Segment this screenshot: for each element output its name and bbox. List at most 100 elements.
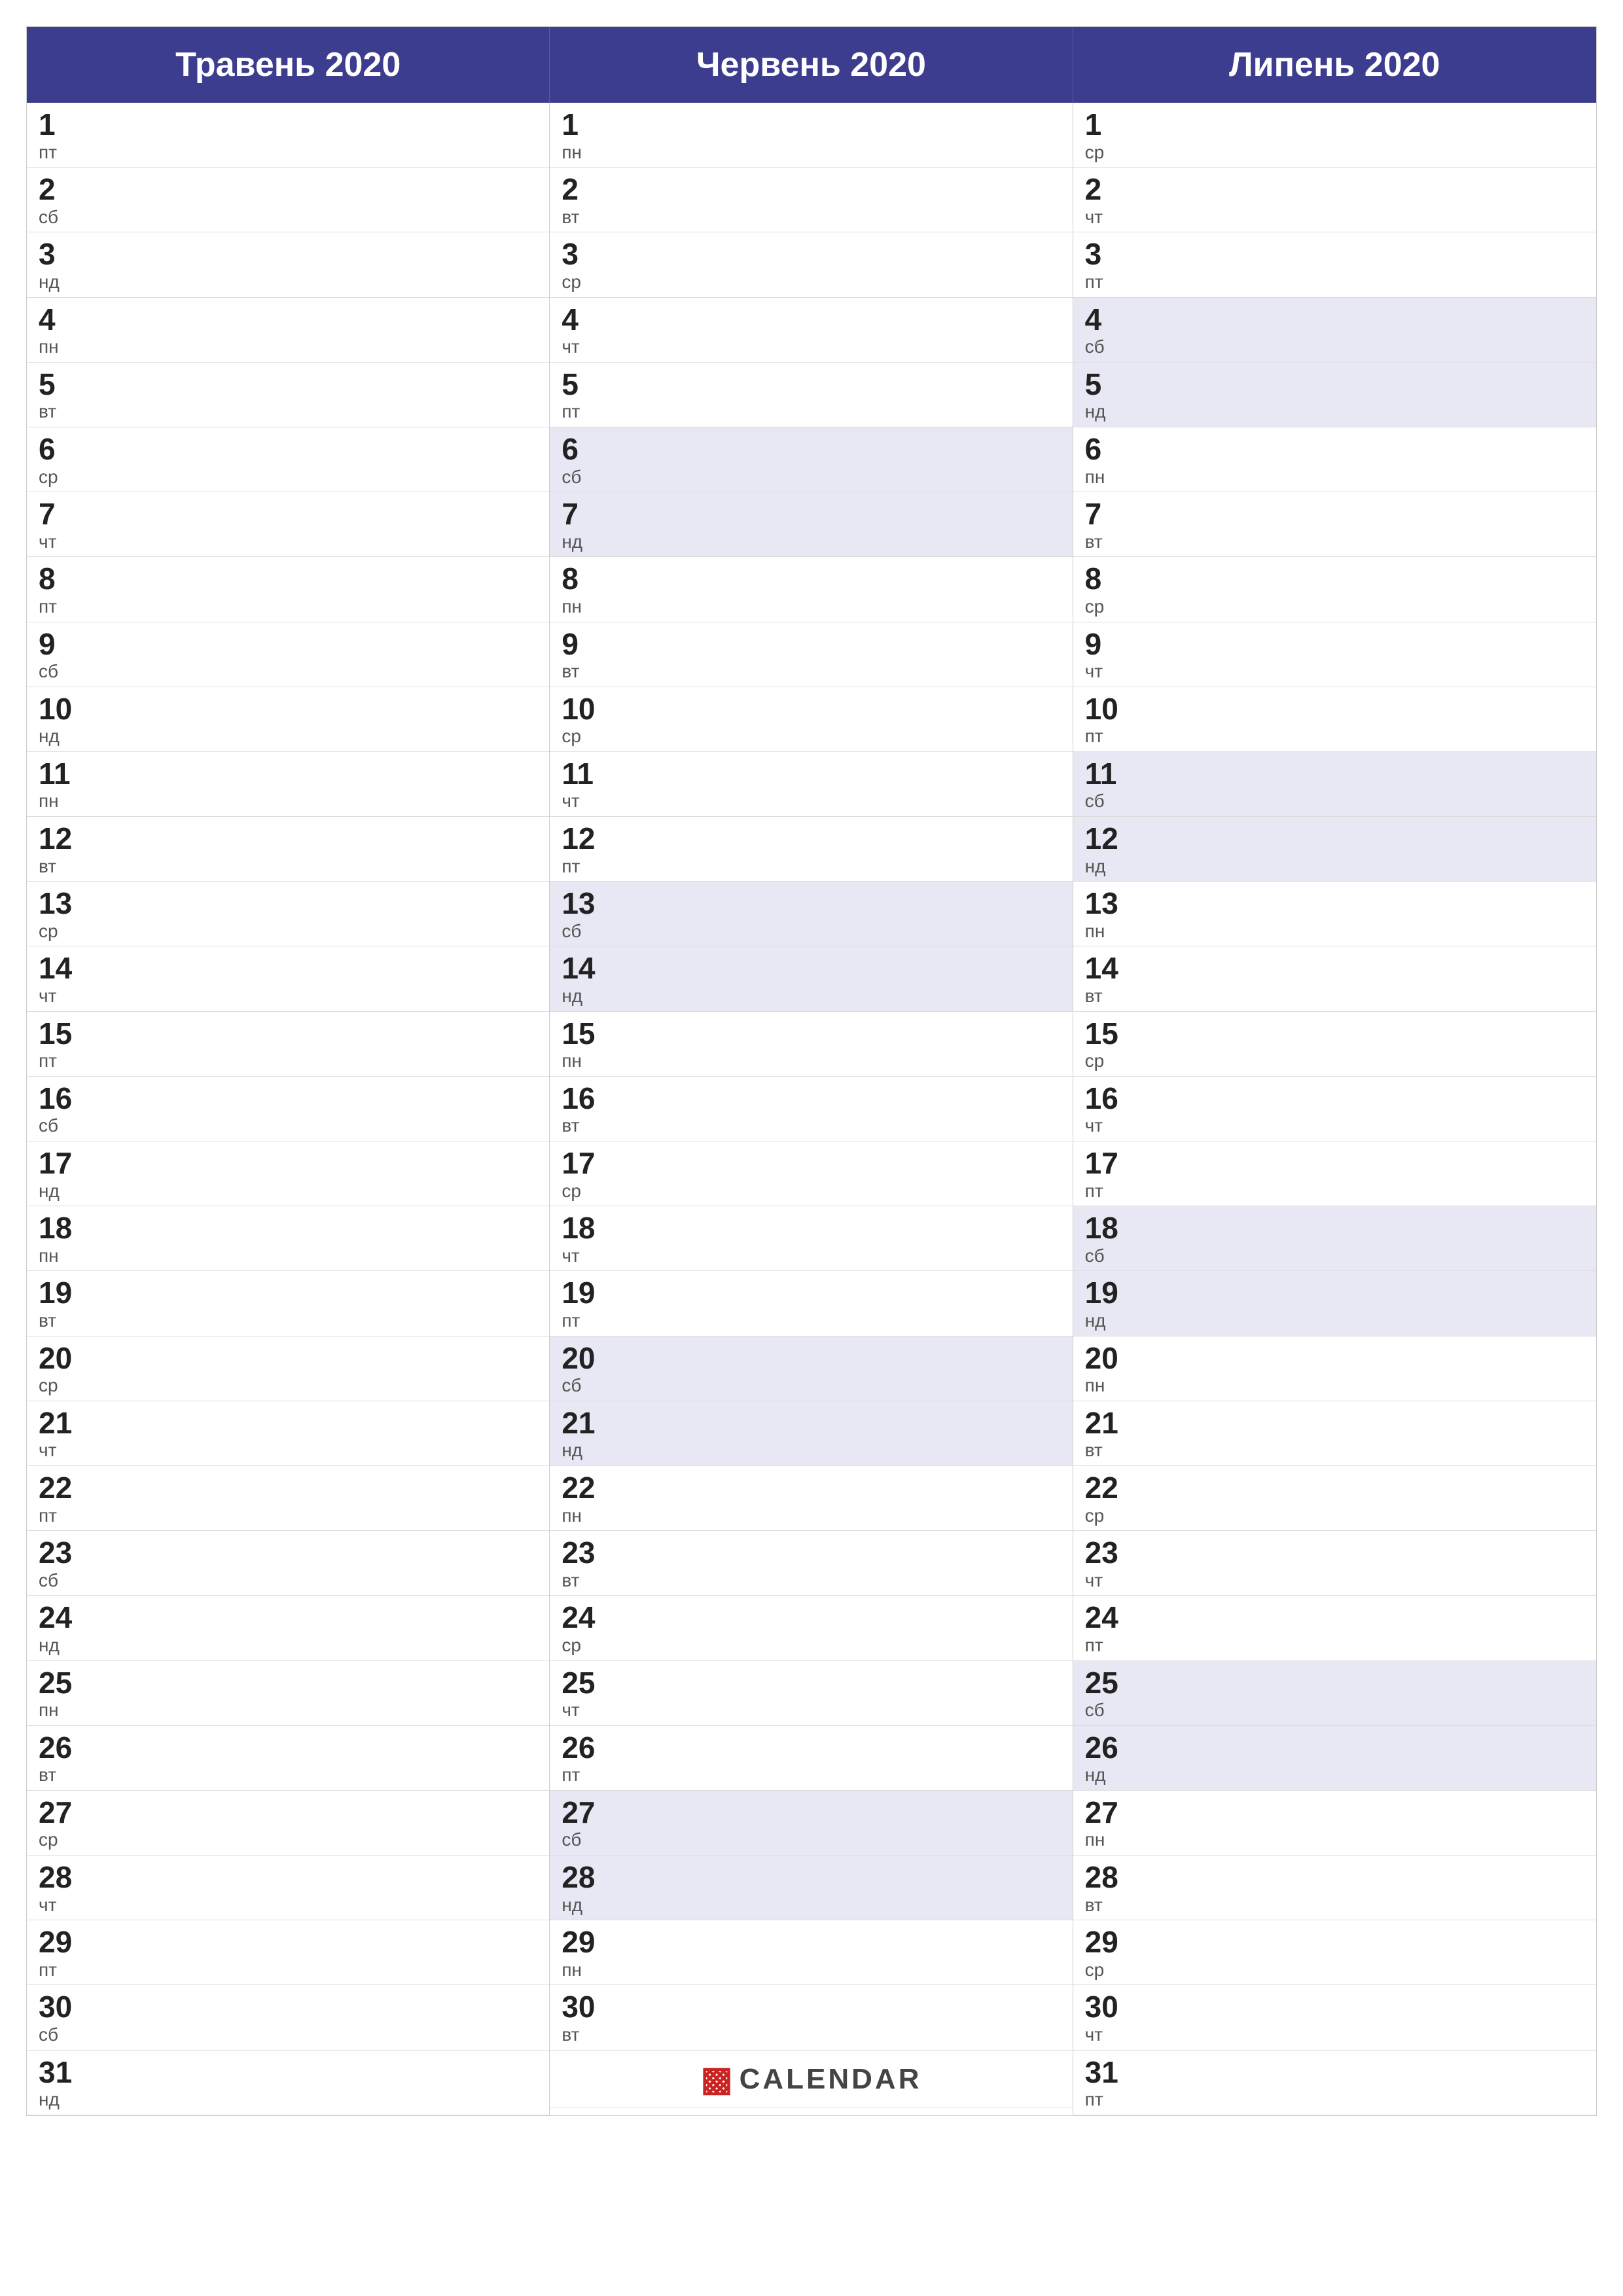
day-number: 2 <box>39 173 537 206</box>
day-number: 12 <box>1085 822 1584 855</box>
day-name: пт <box>562 855 1060 878</box>
day-row: 6сб <box>550 427 1072 492</box>
day-number: 13 <box>39 887 537 920</box>
day-number: 19 <box>562 1276 1060 1310</box>
day-row: 29ср <box>1073 1920 1596 1985</box>
day-name: пн <box>562 141 1060 164</box>
day-row: 20сб <box>550 1336 1072 1401</box>
day-row: 17нд <box>27 1141 549 1206</box>
day-row: 31нд <box>27 2051 549 2115</box>
day-name: нд <box>39 1634 537 1657</box>
day-row: 13ср <box>27 882 549 946</box>
day-number: 1 <box>39 108 537 141</box>
day-name: пн <box>1085 1829 1584 1851</box>
day-row: 2вт <box>550 168 1072 232</box>
day-row: 29пн <box>550 1920 1072 1985</box>
day-name: ср <box>562 725 1060 747</box>
day-name: ср <box>1085 1050 1584 1072</box>
day-name: пт <box>1085 1180 1584 1202</box>
day-row: 1ср <box>1073 103 1596 168</box>
day-name: чт <box>39 1894 537 1916</box>
day-row: 26вт <box>27 1726 549 1791</box>
day-number: 10 <box>39 692 537 726</box>
day-number: 11 <box>562 757 1060 791</box>
day-number: 1 <box>1085 108 1584 141</box>
day-row: 27пн <box>1073 1791 1596 1856</box>
day-name: пн <box>562 1505 1060 1527</box>
day-name: пн <box>562 1959 1060 1981</box>
day-name: вт <box>39 1310 537 1332</box>
day-number: 23 <box>562 1536 1060 1570</box>
day-number: 14 <box>39 952 537 985</box>
day-number: 12 <box>39 822 537 855</box>
day-name: вт <box>562 206 1060 228</box>
day-row: 20ср <box>27 1336 549 1401</box>
day-number: 5 <box>562 368 1060 401</box>
day-name: пт <box>1085 271 1584 293</box>
day-row: 30сб <box>27 1985 549 2050</box>
day-number: 15 <box>562 1017 1060 1050</box>
day-row: 3пт <box>1073 232 1596 297</box>
day-row: 16сб <box>27 1077 549 1141</box>
day-row: 21нд <box>550 1401 1072 1466</box>
day-row: 9вт <box>550 622 1072 687</box>
day-row: 7нд <box>550 492 1072 557</box>
day-name: пт <box>562 1310 1060 1332</box>
day-name: чт <box>562 336 1060 358</box>
day-number: 24 <box>1085 1601 1584 1634</box>
day-row: 26пт <box>550 1726 1072 1791</box>
day-name: ср <box>39 920 537 942</box>
day-name: чт <box>562 790 1060 812</box>
day-name: ср <box>562 1634 1060 1657</box>
day-name: чт <box>1085 660 1584 683</box>
day-row: 8пт <box>27 557 549 622</box>
day-number: 8 <box>562 562 1060 596</box>
day-number: 31 <box>1085 2056 1584 2089</box>
day-row: 27ср <box>27 1791 549 1856</box>
logo-row: ▩ CALENDAR <box>550 2051 1072 2108</box>
day-number: 22 <box>562 1471 1060 1505</box>
day-name: сб <box>39 660 537 683</box>
day-row: 4чт <box>550 298 1072 363</box>
day-row: 18чт <box>550 1206 1072 1271</box>
day-row: 3ср <box>550 232 1072 297</box>
day-row: 8пн <box>550 557 1072 622</box>
day-row: 17пт <box>1073 1141 1596 1206</box>
day-number: 30 <box>1085 1990 1584 2024</box>
day-number: 2 <box>1085 173 1584 206</box>
day-row: 27сб <box>550 1791 1072 1856</box>
day-name: вт <box>1085 1439 1584 1462</box>
day-number: 23 <box>39 1536 537 1570</box>
day-number: 8 <box>1085 562 1584 596</box>
day-number: 25 <box>562 1666 1060 1700</box>
day-name: сб <box>39 1115 537 1137</box>
day-row: 24ср <box>550 1596 1072 1660</box>
day-number: 21 <box>39 1407 537 1440</box>
day-row: 15пн <box>550 1012 1072 1077</box>
day-number: 13 <box>1085 887 1584 920</box>
month2-title: Червень 2020 <box>696 46 926 84</box>
month1-title: Травень 2020 <box>175 46 401 84</box>
day-row: 30вт <box>550 1985 1072 2050</box>
day-number: 3 <box>1085 238 1584 271</box>
day-row: 16вт <box>550 1077 1072 1141</box>
day-number: 26 <box>1085 1731 1584 1765</box>
day-row: 12нд <box>1073 817 1596 882</box>
day-number: 25 <box>39 1666 537 1700</box>
month-col: 1пн2вт3ср4чт5пт6сб7нд8пн9вт10ср11чт12пт1… <box>550 103 1073 2115</box>
day-name: нд <box>562 1439 1060 1462</box>
day-number: 19 <box>39 1276 537 1310</box>
day-name: ср <box>1085 596 1584 618</box>
day-row: 3нд <box>27 232 549 297</box>
day-row: 15пт <box>27 1012 549 1077</box>
day-name: нд <box>39 2089 537 2111</box>
day-row: 5пт <box>550 363 1072 427</box>
day-name: вт <box>562 1115 1060 1137</box>
day-number: 30 <box>562 1990 1060 2024</box>
day-number: 24 <box>562 1601 1060 1634</box>
day-row: 16чт <box>1073 1077 1596 1141</box>
day-name: нд <box>562 985 1060 1007</box>
day-name: пн <box>562 596 1060 618</box>
day-row: 26нд <box>1073 1726 1596 1791</box>
day-number: 8 <box>39 562 537 596</box>
